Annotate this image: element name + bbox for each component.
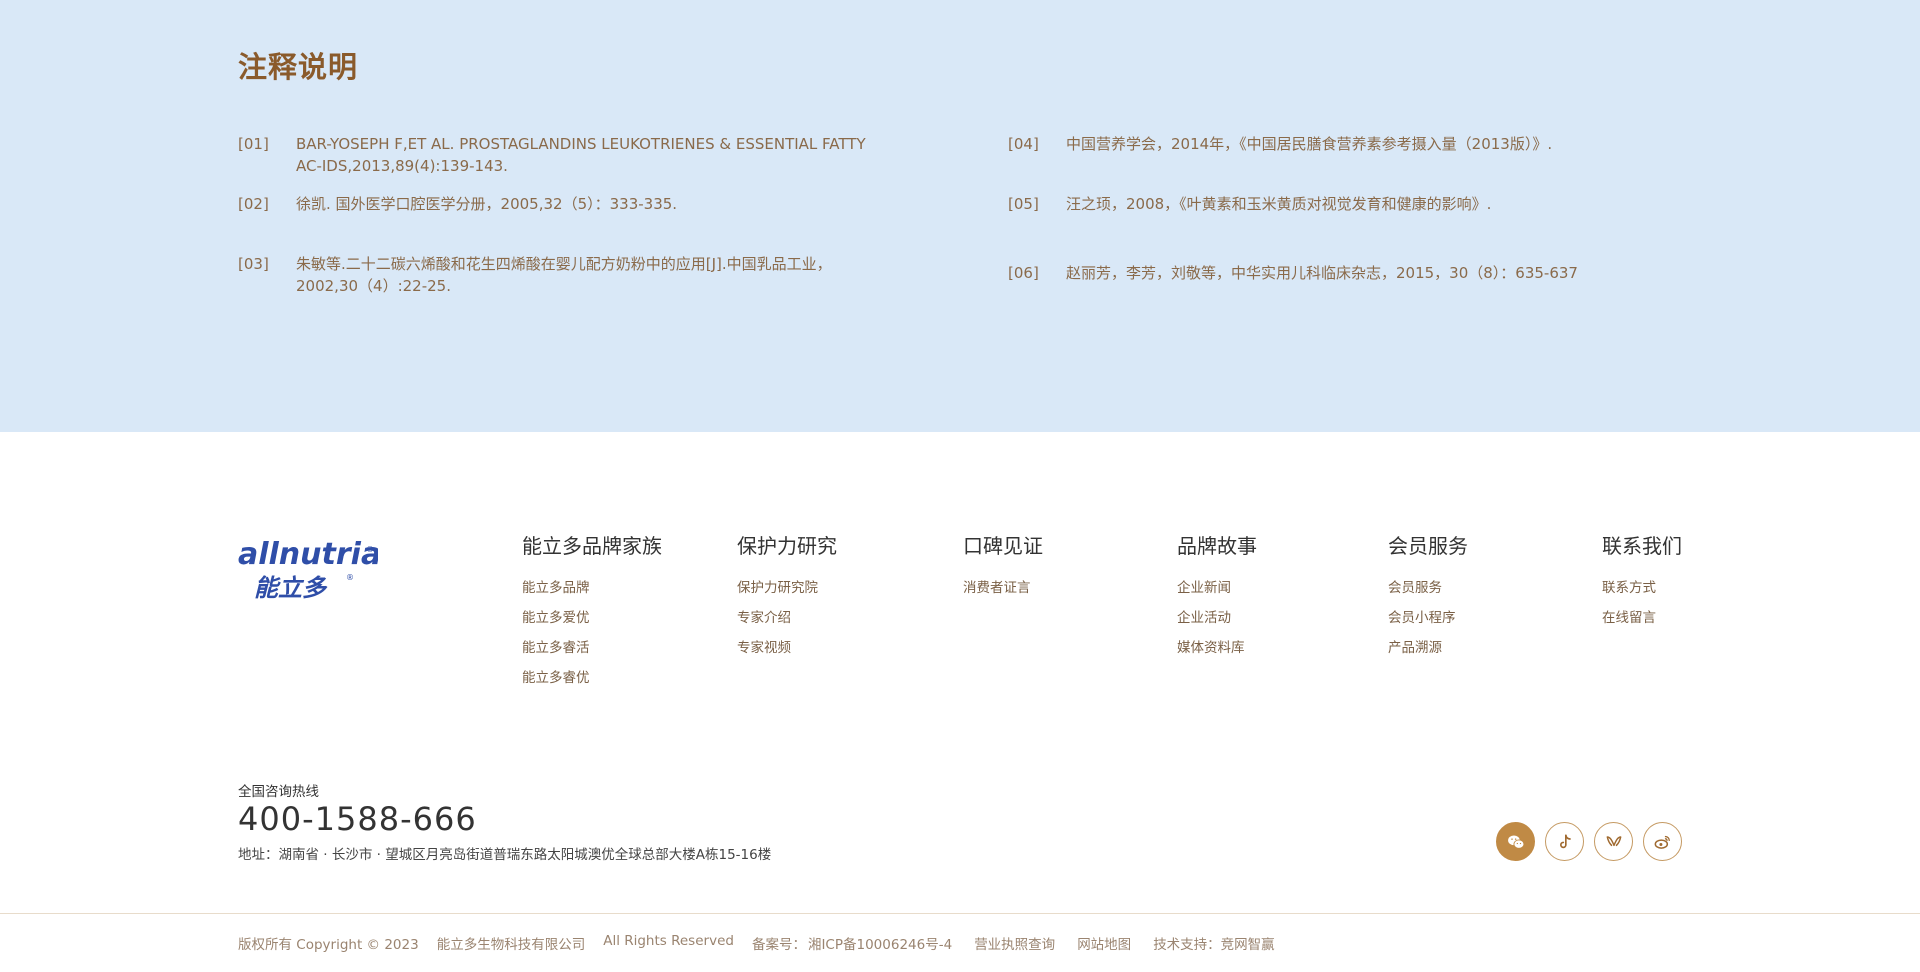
- icp-label: 备案号：: [751, 937, 806, 953]
- footer-link[interactable]: 能立多爱优: [522, 607, 662, 637]
- hotline-label: 全国咨询热线: [238, 784, 319, 800]
- footer-link[interactable]: 在线留言: [1602, 607, 1682, 637]
- svg-text:®: ®: [366, 545, 374, 554]
- footer-column-title[interactable]: 能立多品牌家族: [522, 530, 662, 559]
- xiaohongshu-icon[interactable]: [1594, 822, 1633, 861]
- reference-number: [05]: [1008, 195, 1039, 213]
- copyright-company: 能立多生物科技有限公司: [436, 937, 586, 953]
- reference-number: [02]: [238, 195, 269, 213]
- footer-link[interactable]: 联系方式: [1602, 577, 1682, 607]
- footer-link[interactable]: 专家视频: [737, 637, 837, 667]
- reference-number: [06]: [1008, 264, 1039, 282]
- footer-link[interactable]: 企业活动: [1177, 607, 1257, 637]
- copyright-bar: 版权所有 Copyright © 2023 能立多生物科技有限公司 All Ri…: [238, 933, 1297, 953]
- reference-text: BAR-YOSEPH F,ET AL. PROSTAGLANDINS LEUKO…: [296, 135, 866, 175]
- footer-column-testimonials: 口碑见证 消费者证言: [963, 530, 1043, 607]
- hotline-number: 400-1588-666: [238, 800, 477, 838]
- footer-link[interactable]: 消费者证言: [963, 577, 1043, 607]
- footer-link[interactable]: 产品溯源: [1388, 637, 1468, 667]
- footer-column-title[interactable]: 口碑见证: [963, 530, 1043, 559]
- reference-item: [02] 徐凯. 国外医学口腔医学分册，2005,32（5）：333-335.: [238, 193, 886, 215]
- reference-number: [01]: [238, 135, 269, 153]
- reference-text: 徐凯. 国外医学口腔医学分册，2005,32（5）：333-335.: [296, 195, 678, 213]
- wechat-icon[interactable]: [1496, 822, 1535, 861]
- reference-text: 汪之顼，2008，《叶黄素和玉米黄质对视觉发育和健康的影响》.: [1066, 195, 1492, 213]
- footer-link[interactable]: 能立多睿活: [522, 637, 662, 667]
- icp-link[interactable]: 湘ICP备10006246号-4: [808, 933, 952, 953]
- footer-column-title[interactable]: 会员服务: [1388, 530, 1468, 559]
- reference-number: [03]: [238, 255, 269, 273]
- reference-item: [05] 汪之顼，2008，《叶黄素和玉米黄质对视觉发育和健康的影响》.: [1008, 193, 1686, 215]
- footer-link[interactable]: 专家介绍: [737, 607, 837, 637]
- footer-link[interactable]: 会员小程序: [1388, 607, 1468, 637]
- sitemap-link[interactable]: 网站地图: [1077, 933, 1131, 953]
- brand-logo[interactable]: allnutria 能立多 ® ®: [238, 530, 381, 602]
- footer-link[interactable]: 会员服务: [1388, 577, 1468, 607]
- notes-title: 注释说明: [238, 50, 359, 84]
- footer-column-contact: 联系我们 联系方式 在线留言: [1602, 530, 1682, 637]
- svg-text:®: ®: [346, 573, 354, 582]
- footer-column-membership: 会员服务 会员服务 会员小程序 产品溯源: [1388, 530, 1468, 667]
- business-license-link[interactable]: 营业执照查询: [974, 933, 1055, 953]
- footer-column-title[interactable]: 品牌故事: [1177, 530, 1257, 559]
- footer-column-brand-story: 品牌故事 企业新闻 企业活动 媒体资料库: [1177, 530, 1257, 667]
- logo-cn: 能立多: [254, 574, 328, 600]
- reference-item: [06] 赵丽芳，李芳，刘敬等，中华实用儿科临床杂志，2015，30（8）：63…: [1008, 262, 1686, 284]
- footer-link[interactable]: 能立多品牌: [522, 577, 662, 607]
- footer-column-brand-family: 能立多品牌家族 能立多品牌 能立多爱优 能立多睿活 能立多睿优: [522, 530, 662, 697]
- reference-item: [03] 朱敏等.二十二碳六烯酸和花生四烯酸在婴儿配方奶粉中的应用[J].中国乳…: [238, 253, 886, 297]
- footer-column-title[interactable]: 联系我们: [1602, 530, 1682, 559]
- footer-link[interactable]: 保护力研究院: [737, 577, 837, 607]
- footer-column-title[interactable]: 保护力研究: [737, 530, 837, 559]
- tech-support-link[interactable]: 技术支持：竞网智赢: [1153, 933, 1275, 953]
- notes-section: 注释说明 [01] BAR-YOSEPH F,ET AL. PROSTAGLAN…: [0, 0, 1920, 432]
- copyright-rights: 版权所有 Copyright © 2023: [238, 937, 419, 953]
- weibo-icon[interactable]: [1643, 822, 1682, 861]
- reference-number: [04]: [1008, 135, 1039, 153]
- footer-link[interactable]: 能立多睿优: [522, 667, 662, 697]
- social-links: [1496, 822, 1682, 861]
- footer-link[interactable]: 媒体资料库: [1177, 637, 1257, 667]
- reference-item: [04] 中国营养学会，2014年，《中国居民膳食营养素参考摄入量（2013版）…: [1008, 133, 1686, 155]
- reference-text: 朱敏等.二十二碳六烯酸和花生四烯酸在婴儿配方奶粉中的应用[J].中国乳品工业，2…: [296, 255, 832, 295]
- reference-text: 中国营养学会，2014年，《中国居民膳食营养素参考摄入量（2013版）》.: [1066, 135, 1553, 153]
- copyright-reserved: All Rights Reserved: [603, 933, 734, 949]
- footer-link[interactable]: 企业新闻: [1177, 577, 1257, 607]
- logo-wordmark: allnutria: [238, 537, 378, 572]
- footer-column-protection-research: 保护力研究 保护力研究院 专家介绍 专家视频: [737, 530, 837, 667]
- company-address: 地址：湖南省 · 长沙市 · 望城区月亮岛街道普瑞东路太阳城澳优全球总部大楼A栋…: [238, 847, 772, 863]
- reference-item: [01] BAR-YOSEPH F,ET AL. PROSTAGLANDINS …: [238, 133, 886, 177]
- douyin-icon[interactable]: [1545, 822, 1584, 861]
- footer-divider: [0, 913, 1920, 914]
- reference-text: 赵丽芳，李芳，刘敬等，中华实用儿科临床杂志，2015，30（8）：635-637: [1066, 264, 1578, 282]
